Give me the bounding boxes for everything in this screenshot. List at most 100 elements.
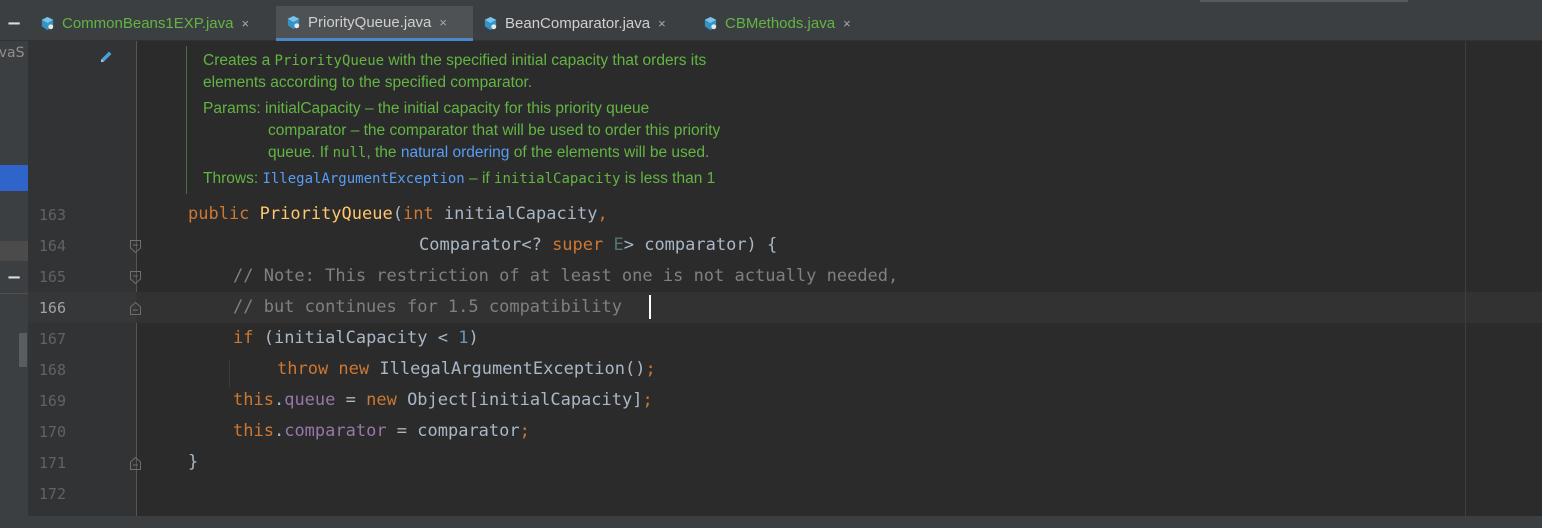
javadoc-text: Creates a — [203, 52, 275, 69]
collapse-panel-button[interactable]: − — [0, 6, 28, 41]
code-text: = — [335, 390, 367, 410]
params-label: Params: — [203, 100, 261, 117]
javadoc-throws: Throws: IllegalArgumentException – if in… — [203, 170, 715, 188]
line-number: 163 — [38, 206, 66, 224]
java-class-icon — [41, 16, 54, 31]
code-line-164: Comparator<? super E> comparator) { — [419, 235, 777, 255]
close-icon[interactable]: × — [439, 15, 447, 30]
code-text: . — [273, 390, 285, 410]
code-text: = comparator — [386, 421, 520, 441]
fold-marker-icon[interactable] — [129, 301, 142, 316]
code-line-167: if (initialCapacity < 1) — [233, 328, 479, 348]
title-segment — [1200, 0, 1408, 2]
code-line-163: public PriorityQueue(int initialCapacity… — [188, 204, 608, 224]
javadoc-text: of the elements will be used. — [509, 144, 710, 161]
code-text: Object[initialCapacity] — [407, 390, 643, 410]
param-initialcapacity: initialCapacity – the initial capacity f… — [265, 100, 650, 117]
tab-label: CommonBeans1EXP.java — [62, 15, 234, 32]
line-number: 171 — [38, 454, 66, 472]
keyword: throw — [277, 359, 339, 379]
javadoc-code: initialCapacity — [494, 171, 621, 187]
keyword: if — [233, 328, 264, 348]
field: comparator — [284, 421, 387, 441]
exception-link[interactable]: IllegalArgumentException — [262, 171, 464, 187]
line-number: 169 — [38, 392, 66, 410]
keyword: public — [188, 204, 260, 224]
method-name: PriorityQueue — [259, 204, 393, 224]
tab-priorityqueue[interactable]: PriorityQueue.java × — [276, 6, 473, 41]
line-number: 164 — [38, 237, 66, 255]
type-parameter: E — [613, 235, 624, 255]
project-tree-text: JavaS — [0, 45, 25, 61]
editor-horizontal-scrollbar[interactable] — [0, 516, 1542, 528]
tab-label: PriorityQueue.java — [308, 13, 432, 31]
tab-beancomparator[interactable]: BeanComparator.java × — [473, 6, 693, 41]
java-class-icon — [484, 16, 497, 31]
code-line-169: this.queue = new Object[initialCapacity]… — [233, 390, 653, 410]
code-line-171: } — [188, 452, 199, 472]
fold-marker-icon[interactable] — [129, 270, 142, 285]
javadoc-text: – if — [464, 170, 495, 187]
java-class-icon — [704, 16, 717, 31]
project-panel: JavaS − — [0, 41, 28, 528]
javadoc-params: Params: initialCapacity – the initial ca… — [203, 100, 649, 118]
javadoc-description: Creates a PriorityQueue with the specifi… — [203, 52, 706, 70]
close-icon[interactable]: × — [843, 16, 851, 31]
line-number: 165 — [38, 268, 66, 286]
param-comparator: comparator – the comparator that will be… — [268, 122, 721, 139]
tab-label: BeanComparator.java — [505, 15, 651, 32]
code-text: initialCapacity — [433, 204, 598, 224]
keyword: int — [402, 204, 434, 224]
javadoc-text: is less than 1 — [620, 170, 716, 187]
code-text: ( — [392, 204, 403, 224]
throws-label: Throws: — [203, 170, 259, 187]
keyword: super — [552, 235, 614, 255]
rendered-javadoc: Creates a PriorityQueue with the specifi… — [186, 46, 886, 194]
close-icon[interactable]: × — [658, 16, 666, 31]
keyword: this — [233, 421, 274, 441]
line-number: 166 — [38, 299, 66, 317]
panel-scrollbar[interactable] — [19, 333, 27, 367]
right-margin-guide — [1465, 41, 1466, 516]
javadoc-text: , the — [366, 144, 401, 161]
code-editor[interactable]: Creates a PriorityQueue with the specifi… — [28, 41, 1542, 516]
line-number: 167 — [38, 330, 66, 348]
code-line-170: this.comparator = comparator; — [233, 421, 530, 441]
javadoc-text: queue. If — [268, 144, 333, 161]
number: 1 — [458, 328, 469, 348]
fold-marker-icon[interactable] — [129, 239, 142, 254]
keyword: new — [338, 359, 380, 379]
punctuation: ; — [519, 421, 530, 441]
java-class-icon — [287, 15, 300, 29]
code-line-168: throw new IllegalArgumentException(); — [277, 359, 656, 379]
code-line-165: // Note: This restriction of at least on… — [233, 266, 899, 286]
tab-commonbeans1exp[interactable]: CommonBeans1EXP.java × — [30, 6, 275, 41]
keyword: this — [233, 390, 274, 410]
code-text: . — [273, 421, 285, 441]
line-number: 168 — [38, 361, 66, 379]
field: queue — [284, 390, 336, 410]
keyword: new — [366, 390, 408, 410]
punctuation: ; — [642, 390, 653, 410]
fold-marker-icon[interactable] — [129, 456, 142, 471]
line-number: 172 — [38, 485, 66, 503]
close-icon[interactable]: × — [242, 16, 250, 31]
javadoc-text: with the specified initial capacity that… — [384, 52, 707, 69]
text-caret — [649, 295, 651, 319]
tab-label: CBMethods.java — [725, 15, 836, 32]
editor-tab-bar: CommonBeans1EXP.java × PriorityQueue.jav… — [0, 6, 1542, 41]
javadoc-description: elements according to the specified comp… — [203, 74, 533, 91]
code-text: (initialCapacity < — [263, 328, 459, 348]
punctuation: , — [597, 204, 608, 224]
code-text: ) — [468, 328, 479, 348]
javadoc-code: PriorityQueue — [274, 53, 385, 69]
natural-ordering-link[interactable]: natural ordering — [401, 144, 510, 161]
tab-cbmethods[interactable]: CBMethods.java × — [693, 6, 873, 41]
edit-pencil-icon[interactable] — [98, 49, 114, 65]
line-number: 170 — [38, 423, 66, 441]
indent-guide — [229, 359, 230, 387]
collapse-panel-button[interactable]: − — [0, 263, 28, 291]
project-tree-row[interactable] — [0, 241, 28, 261]
javadoc-code: null — [332, 145, 367, 161]
project-tree-selected-row[interactable] — [0, 165, 28, 191]
